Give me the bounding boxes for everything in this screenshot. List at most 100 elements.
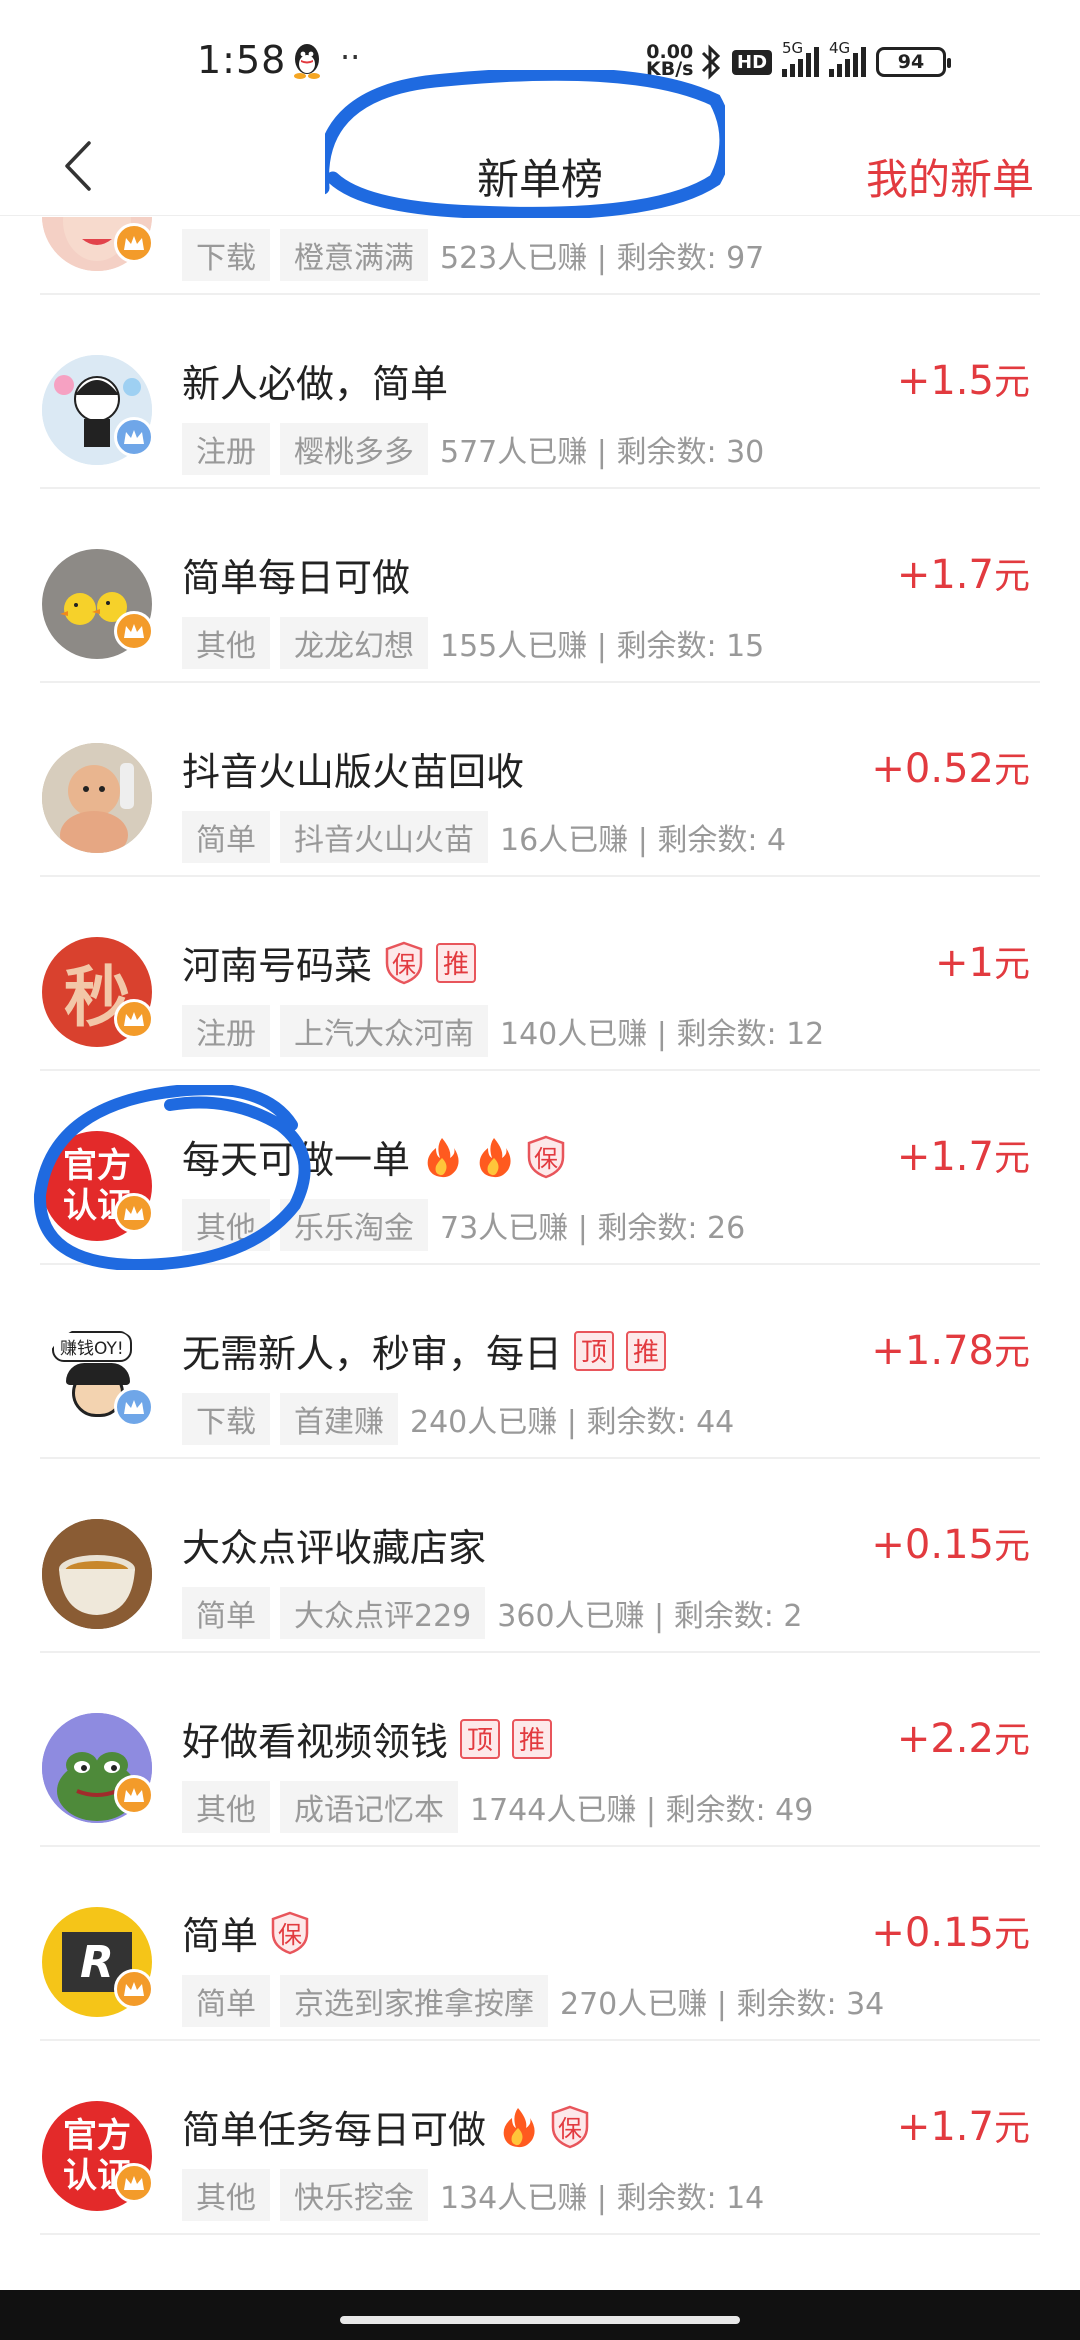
publisher-avatar[interactable]	[42, 743, 152, 853]
task-reward: +2.2元	[897, 1711, 1030, 1763]
crown-icon	[124, 1012, 144, 1026]
task-reward-unit: 元	[993, 362, 1030, 403]
vip-badge	[114, 223, 154, 263]
task-meta: 其他 成语记忆本 1744人已赚 | 剩余数: 49	[182, 1781, 813, 1833]
task-title-text: 简单	[182, 1914, 259, 1958]
task-publisher-chip: 乐乐淘金	[280, 1199, 428, 1251]
task-meta: 其他 龙龙幻想 155人已赚 | 剩余数: 15	[182, 617, 764, 669]
avatar-image	[42, 1519, 152, 1629]
publisher-avatar[interactable]	[42, 217, 154, 271]
task-meta: 注册 樱桃多多 577人已赚 | 剩余数: 30	[182, 423, 764, 475]
signal-4g-icon: 4G	[829, 39, 867, 77]
task-stats: 16人已赚 | 剩余数: 4	[500, 823, 787, 858]
avatar-bubble-text: 赚钱OY!	[52, 1331, 132, 1362]
task-category-chip: 下载	[182, 229, 270, 281]
task-meta: 简单 抖音火山火苗 16人已赚 | 剩余数: 4	[182, 811, 786, 863]
publisher-avatar[interactable]	[42, 1713, 154, 1823]
task-stats: 240人已赚 | 剩余数: 44	[410, 1405, 735, 1440]
task-reward-value: +1.7	[896, 552, 994, 598]
task-list[interactable]: 下载 橙意满满 523人已赚 | 剩余数: 97 新人必做，简单 +1.5元注册 樱桃多多…	[0, 217, 1080, 2287]
task-row[interactable]: 下载 橙意满满 523人已赚 | 剩余数: 97	[40, 217, 1040, 295]
publisher-avatar[interactable]: 官方 认证	[42, 1131, 154, 1241]
vip-badge	[114, 1969, 154, 2009]
hd-badge: HD	[732, 49, 773, 75]
task-reward-value: +1.7	[896, 2104, 994, 2150]
publisher-avatar[interactable]	[42, 549, 154, 659]
task-publisher-chip: 龙龙幻想	[280, 617, 428, 669]
publisher-avatar[interactable]	[42, 1519, 152, 1629]
task-title-text: 大众点评收藏店家	[182, 1526, 487, 1570]
guarantee-label: 保	[278, 1921, 303, 1949]
task-title: 每天可做一单 保	[182, 1129, 566, 1184]
task-row[interactable]: 官方 认证 每天可做一单 保 +1.7元 其他 乐乐淘金 73人已赚 | 剩余数: 26	[40, 1071, 1040, 1265]
task-title-text: 简单每日可做	[182, 556, 411, 600]
task-category-chip: 其他	[182, 1199, 270, 1251]
fire-icon	[498, 2105, 538, 2149]
task-title-text: 每天可做一单	[182, 1138, 411, 1182]
task-row[interactable]: 好做看视频领钱顶推 +2.2元其他 成语记忆本 1744人已赚 | 剩余数: 49	[40, 1653, 1040, 1847]
task-publisher-chip: 上汽大众河南	[280, 1005, 488, 1057]
vip-badge	[114, 1193, 154, 1233]
task-reward-unit: 元	[993, 1720, 1030, 1761]
guarantee-shield-icon: 保	[270, 1911, 310, 1955]
my-new-orders-link[interactable]: 我的新单	[866, 146, 1034, 207]
guarantee-label: 保	[392, 951, 417, 979]
publisher-avatar[interactable]	[42, 355, 154, 465]
task-meta: 下载 首建赚 240人已赚 | 剩余数: 44	[182, 1393, 734, 1445]
battery-icon: 94	[876, 47, 952, 77]
task-title-text: 好做看视频领钱	[182, 1720, 449, 1764]
task-reward-value: +0.15	[871, 1910, 994, 1956]
task-reward: +1.5元	[897, 353, 1030, 405]
guarantee-shield-icon: 保	[526, 1135, 566, 1179]
task-publisher-chip: 橙意满满	[280, 229, 428, 281]
task-title: 无需新人，秒审，每日顶推	[182, 1323, 667, 1378]
task-row[interactable]: R 简单保 +0.15元 简单 京选到家推拿按摩 270人已赚 | 剩余数: 34	[40, 1847, 1040, 2041]
crown-icon	[124, 236, 144, 250]
home-indicator[interactable]	[340, 2316, 740, 2324]
publisher-avatar[interactable]: 官方 认证	[42, 2101, 154, 2211]
task-reward: +1.7元	[897, 2099, 1030, 2151]
task-title: 简单保	[182, 1905, 310, 1960]
task-publisher-chip: 京选到家推拿按摩	[280, 1975, 548, 2027]
task-title: 好做看视频领钱顶推	[182, 1711, 553, 1766]
task-rows: 下载 橙意满满 523人已赚 | 剩余数: 97 新人必做，简单 +1.5元注册 樱桃多多…	[0, 217, 1080, 2235]
task-title: 简单每日可做	[182, 547, 410, 602]
task-reward: +0.15元	[871, 1517, 1030, 1569]
task-title-text: 无需新人，秒审，每日	[182, 1332, 563, 1376]
task-category-chip: 简单	[182, 1975, 270, 2027]
status-icons: HD 5G 4G 94	[700, 39, 952, 84]
crown-icon	[124, 624, 144, 638]
task-row[interactable]: 官方 认证 简单任务每日可做 保 +1.7元 其他 快乐挖金 134人已赚 | 剩余数: 14	[40, 2041, 1040, 2235]
crown-icon	[124, 1400, 144, 1414]
task-row[interactable]: 简单每日可做 +1.7元 其他 龙龙幻想 155人已赚 | 剩余数: 15	[40, 489, 1040, 683]
task-reward-value: +2.2	[896, 1716, 994, 1762]
vip-badge	[114, 611, 154, 651]
task-reward-unit: 元	[993, 1332, 1030, 1373]
task-row[interactable]: 秒河南号码菜保推 +1元 注册 上汽大众河南 140人已赚 | 剩余数: 12	[40, 877, 1040, 1071]
publisher-avatar[interactable]: R	[42, 1907, 154, 2017]
guarantee-shield-icon: 保	[384, 941, 424, 985]
task-stats: 577人已赚 | 剩余数: 30	[440, 435, 765, 470]
task-row[interactable]: 赚钱OY! 无需新人，秒审，每日顶推 +1.78元 下载 首建赚 240人已赚 | 剩余数…	[40, 1265, 1040, 1459]
task-reward: +1元	[935, 935, 1030, 987]
guarantee-label: 保	[534, 1145, 559, 1173]
signal-5g-label: 5G	[782, 39, 804, 57]
task-title-text: 新人必做，简单	[182, 362, 449, 406]
publisher-avatar[interactable]: 秒	[42, 937, 154, 1047]
task-row[interactable]: 新人必做，简单 +1.5元注册 樱桃多多 577人已赚 | 剩余数: 30	[40, 295, 1040, 489]
task-reward-unit: 元	[993, 944, 1030, 985]
signal-5g-icon: 5G	[782, 39, 820, 77]
avatar-r-logo: R	[80, 1936, 114, 1988]
top-badge: 顶	[574, 1330, 615, 1371]
task-reward-unit: 元	[993, 750, 1030, 791]
crown-icon	[124, 1206, 144, 1220]
task-row[interactable]: 大众点评收藏店家 +0.15元 简单 大众点评229 360人已赚 | 剩余数: 2	[40, 1459, 1040, 1653]
task-publisher-chip: 抖音火山火苗	[280, 811, 488, 863]
task-row[interactable]: 抖音火山版火苗回收 +0.52元 简单 抖音火山火苗 16人已赚 | 剩余数: 4	[40, 683, 1040, 877]
task-reward-value: +0.15	[871, 1522, 994, 1568]
signal-4g-label: 4G	[829, 39, 851, 57]
task-category-chip: 简单	[182, 1587, 270, 1639]
publisher-avatar[interactable]: 赚钱OY!	[42, 1325, 154, 1435]
task-reward-unit: 元	[993, 1914, 1030, 1955]
task-stats: 1744人已赚 | 剩余数: 49	[470, 1793, 814, 1828]
